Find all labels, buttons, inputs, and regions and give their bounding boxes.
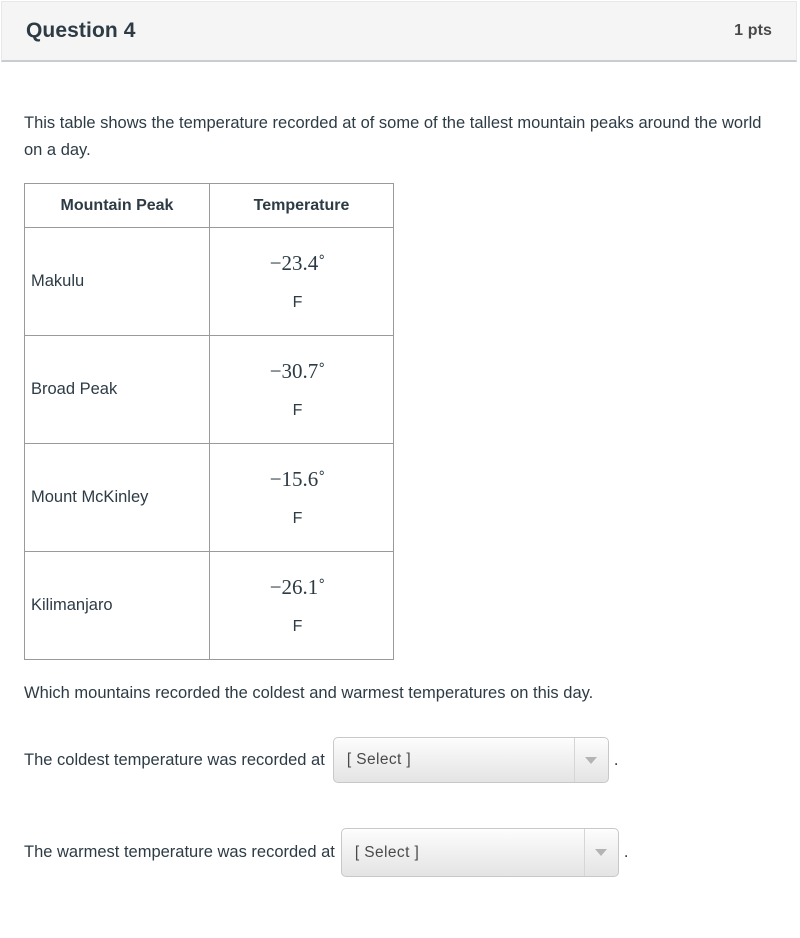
chevron-down-icon[interactable] bbox=[583, 829, 618, 876]
chevron-down-glyph bbox=[585, 756, 598, 764]
temperature-value: −30.7˚ bbox=[269, 359, 326, 383]
table-row: Broad Peak −30.7˚ F bbox=[24, 335, 394, 444]
cell-mountain-peak: Makulu bbox=[24, 227, 210, 336]
dropdown-coldest-value: [ Select ] bbox=[346, 751, 412, 768]
table-row: Makulu −23.4˚ F bbox=[24, 227, 394, 336]
chevron-down-icon[interactable] bbox=[573, 738, 608, 782]
answer-line-warmest: The warmest temperature was recorded at … bbox=[24, 828, 776, 877]
table-header-row: Mountain Peak Temperature bbox=[24, 183, 394, 228]
table-row: Mount McKinley −15.6˚ F bbox=[24, 443, 394, 552]
temperature-unit: F bbox=[292, 294, 303, 311]
cell-mountain-peak: Mount McKinley bbox=[24, 443, 210, 552]
cell-temperature: −26.1˚ F bbox=[209, 551, 394, 660]
table-row: Kilimanjaro −26.1˚ F bbox=[24, 551, 394, 660]
cell-mountain-peak: Broad Peak bbox=[24, 335, 210, 444]
temperature-value: −23.4˚ bbox=[269, 251, 326, 275]
cell-mountain-peak: Kilimanjaro bbox=[24, 551, 210, 660]
cell-temperature: −30.7˚ F bbox=[209, 335, 394, 444]
temperature-value: −15.6˚ bbox=[269, 467, 326, 491]
dropdown-coldest[interactable]: [ Select ] bbox=[332, 737, 609, 783]
column-header-temperature: Temperature bbox=[209, 183, 394, 228]
answer-line-coldest: The coldest temperature was recorded at … bbox=[24, 737, 776, 783]
intro-text: This table shows the temperature recorde… bbox=[24, 114, 762, 159]
temperature-unit: F bbox=[292, 402, 303, 419]
temperature-unit: F bbox=[292, 510, 303, 527]
cell-temperature: −23.4˚ F bbox=[209, 227, 394, 336]
page-title: Question 4 bbox=[26, 19, 136, 42]
question-header: Question 4 1 pts bbox=[1, 1, 797, 62]
dropdown-warmest[interactable]: [ Select ] bbox=[340, 828, 619, 877]
question-body: This table shows the temperature recorde… bbox=[24, 110, 776, 877]
dropdown-warmest-value: [ Select ] bbox=[354, 843, 420, 861]
answer-label-coldest: The coldest temperature was recorded at bbox=[24, 750, 325, 769]
answer-label-warmest: The warmest temperature was recorded at bbox=[24, 843, 335, 861]
question-prompt: Which mountains recorded the coldest and… bbox=[24, 684, 594, 702]
answer-period-coldest: . bbox=[613, 750, 619, 769]
points-badge: 1 pts bbox=[734, 22, 772, 39]
answer-period-warmest: . bbox=[623, 843, 629, 861]
temperature-table: Mountain Peak Temperature Makulu −23.4˚ … bbox=[24, 183, 394, 660]
temperature-value: −26.1˚ bbox=[269, 575, 326, 599]
cell-temperature: −15.6˚ F bbox=[209, 443, 394, 552]
column-header-mountain-peak: Mountain Peak bbox=[24, 183, 210, 228]
chevron-down-glyph bbox=[595, 849, 608, 856]
temperature-unit: F bbox=[292, 618, 303, 635]
